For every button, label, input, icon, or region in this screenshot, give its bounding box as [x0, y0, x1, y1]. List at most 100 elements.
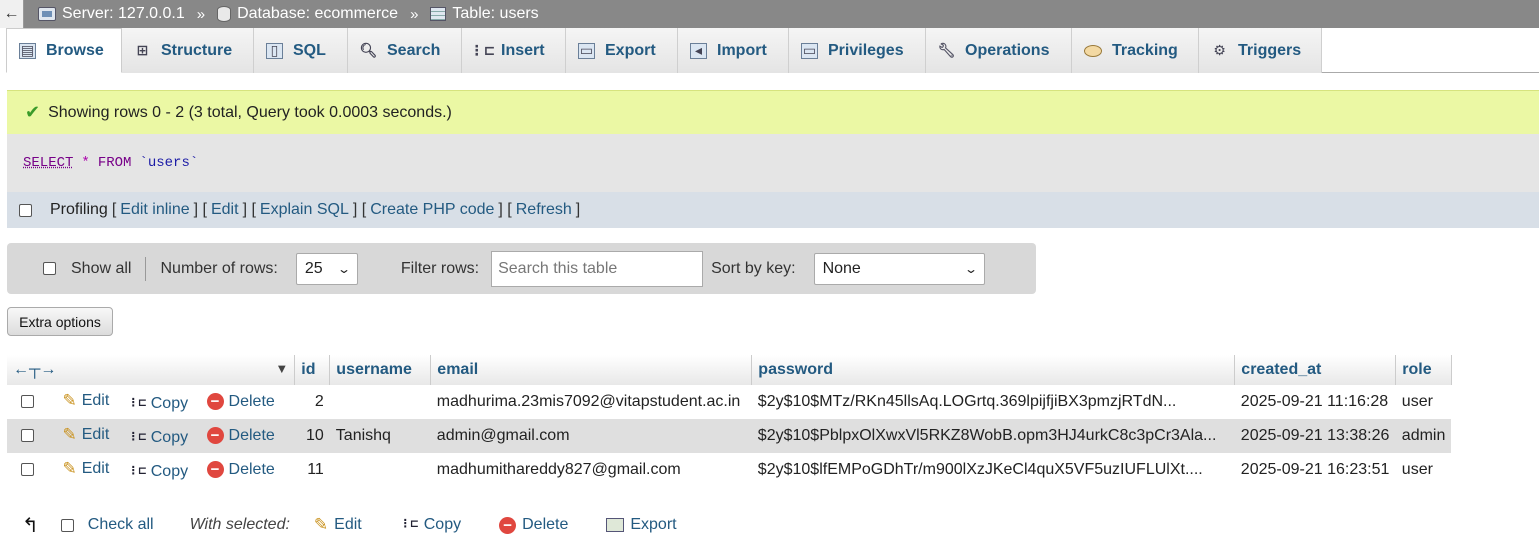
check-all-label[interactable]: Check all [88, 516, 154, 534]
navigation-panel: Show all Number of rows: 25 ⌄ Filter row… [7, 243, 1036, 294]
column-header-created-at[interactable]: created_at [1234, 355, 1397, 385]
cell-email[interactable]: madhumithareddy827@gmail.com [430, 453, 752, 487]
column-header-password[interactable]: password [751, 355, 1236, 385]
delete-icon: − [499, 516, 517, 534]
extra-options-button[interactable]: Extra options [7, 307, 113, 336]
column-header-role[interactable]: role [1395, 355, 1452, 385]
success-message-text: Showing rows 0 - 2 (3 total, Query took … [48, 103, 452, 121]
server-icon [38, 7, 56, 21]
bulk-edit-button[interactable]: ✎ Edit [314, 515, 362, 535]
row-checkbox[interactable] [21, 463, 34, 477]
cell-created-at[interactable]: 2025-09-21 13:38:26 [1234, 419, 1396, 453]
row-delete-button[interactable]: − Delete [206, 427, 275, 445]
profiling-checkbox[interactable] [19, 203, 32, 217]
row-delete-button[interactable]: − Delete [206, 393, 275, 411]
cell-id[interactable]: 11 [294, 453, 330, 487]
copy-icon: ⋮⊏ [127, 465, 147, 477]
tab-insert-label: Insert [501, 41, 545, 59]
tab-structure[interactable]: ⊞ Structure [122, 28, 254, 73]
cell-id[interactable]: 10 [294, 419, 330, 453]
cell-email[interactable]: madhurima.23mis7092@vitapstudent.ac.in [430, 385, 752, 419]
tab-search[interactable]: 🔍︎ Search [348, 28, 462, 73]
cell-created-at[interactable]: 2025-09-21 11:16:28 [1234, 385, 1396, 419]
row-actions: ✎ Edit ⋮⊏ Copy − Delete [7, 385, 295, 419]
row-edit-button[interactable]: ✎ Edit [62, 459, 109, 479]
column-options-dropdown-icon[interactable]: ▼ [275, 361, 288, 376]
row-copy-button[interactable]: ⋮⊏ Copy [128, 463, 188, 481]
tab-operations[interactable]: 🔧︎ Operations [926, 28, 1072, 73]
copy-icon: ⋮⊏ [399, 518, 419, 530]
row-edit-button[interactable]: ✎ Edit [62, 425, 109, 445]
tab-import[interactable]: ◂ Import [678, 28, 789, 73]
breadcrumb-database[interactable]: Database: ecommerce [217, 5, 398, 23]
cell-id[interactable]: 2 [294, 385, 330, 419]
triggers-icon: ⚙︎ [1213, 42, 1226, 58]
cell-password[interactable]: $2y$10$PblpxOlXwxVl5RKZ8WobB.opm3HJ4urkC… [751, 419, 1235, 453]
bulk-delete-label: Delete [522, 516, 569, 533]
tab-privileges-label: Privileges [828, 41, 904, 59]
refresh-link[interactable]: Refresh [516, 201, 572, 219]
cell-username[interactable]: Tanishq [329, 419, 431, 453]
pencil-icon: ✎ [62, 425, 77, 444]
back-arrow-button[interactable]: ← [0, 0, 24, 28]
tab-triggers[interactable]: ⚙︎ Triggers [1199, 28, 1322, 73]
column-header-username[interactable]: username [329, 355, 432, 385]
filter-rows-input[interactable]: Search this table [491, 250, 704, 287]
breadcrumb-table-label[interactable]: Table: users [452, 5, 538, 23]
bulk-delete-button[interactable]: − Delete [499, 516, 568, 534]
create-php-code-link[interactable]: Create PHP code [370, 201, 494, 219]
cell-role[interactable]: user [1395, 453, 1452, 487]
divider [145, 256, 147, 281]
bulk-copy-button[interactable]: ⋮⊏ Copy [400, 516, 461, 534]
breadcrumb-table[interactable]: Table: users [430, 5, 539, 23]
cell-username[interactable] [329, 453, 431, 487]
row-copy-label: Copy [150, 395, 189, 412]
cell-password[interactable]: $2y$10$MTz/RKn45llsAq.LOGrtq.369lpijfjiB… [751, 385, 1235, 419]
explain-sql-link[interactable]: Explain SQL [260, 201, 349, 219]
bulk-export-button[interactable]: Export [606, 516, 677, 534]
row-edit-label: Edit [81, 460, 110, 477]
tab-search-label: Search [387, 41, 441, 59]
row-delete-label: Delete [228, 460, 275, 478]
rows-select[interactable]: 25 ⌄ [295, 252, 358, 285]
cell-role[interactable]: user [1395, 385, 1452, 419]
row-delete-button[interactable]: − Delete [206, 460, 275, 479]
row-copy-button[interactable]: ⋮⊏ Copy [128, 429, 188, 447]
tab-sql[interactable]: ▯ SQL [254, 28, 348, 73]
cell-role[interactable]: admin [1395, 419, 1452, 453]
sql-keyword-select[interactable]: SELECT [23, 155, 73, 171]
column-resize-arrows-icon[interactable]: ←┬→ [13, 361, 56, 378]
show-all-checkbox[interactable] [43, 262, 56, 275]
row-edit-button[interactable]: ✎ Edit [62, 391, 109, 411]
cell-created-at[interactable]: 2025-09-21 16:23:51 [1234, 453, 1396, 487]
row-checkbox[interactable] [21, 429, 34, 443]
tab-export[interactable]: ▭ Export [566, 28, 678, 73]
cell-password[interactable]: $2y$10$lfEMPoGDhTr/m900lXzJKeCl4quX5VF5u… [751, 453, 1235, 487]
table-icon [430, 7, 447, 21]
sort-by-key-label: Sort by key: [711, 259, 796, 277]
tab-browse[interactable]: ▤ Browse [6, 28, 122, 73]
show-all-label[interactable]: Show all [71, 260, 131, 278]
bracket: [ [111, 201, 117, 218]
tab-insert[interactable]: ⋮⊏ Insert [462, 28, 566, 73]
breadcrumb-server-label[interactable]: Server: 127.0.0.1 [62, 5, 185, 23]
edit-link[interactable]: Edit [211, 201, 239, 219]
cell-email[interactable]: admin@gmail.com [430, 419, 752, 453]
tab-tracking[interactable]: Tracking [1072, 28, 1199, 73]
breadcrumb-server[interactable]: Server: 127.0.0.1 [38, 5, 185, 23]
import-icon: ◂ [690, 42, 707, 59]
copy-icon: ⋮⊏ [127, 431, 147, 443]
row-checkbox[interactable] [21, 395, 34, 409]
sort-by-key-select[interactable]: None ⌄ [813, 252, 985, 285]
tab-privileges[interactable]: ▭ Privileges [789, 28, 926, 73]
column-header-email[interactable]: email [430, 355, 753, 385]
cell-username[interactable] [329, 385, 431, 419]
column-options-header: ←┬→ ▼ [7, 355, 296, 385]
breadcrumb-database-label[interactable]: Database: ecommerce [237, 5, 398, 23]
check-all-checkbox[interactable] [60, 518, 74, 532]
copy-icon: ⋮⊏ [127, 397, 147, 409]
row-copy-button[interactable]: ⋮⊏ Copy [128, 395, 188, 413]
column-header-id[interactable]: id [294, 355, 331, 385]
edit-inline-link[interactable]: Edit inline [120, 201, 189, 219]
profiling-bar: Profiling [ Edit inline ] [ Edit ] [ Exp… [7, 192, 1539, 228]
